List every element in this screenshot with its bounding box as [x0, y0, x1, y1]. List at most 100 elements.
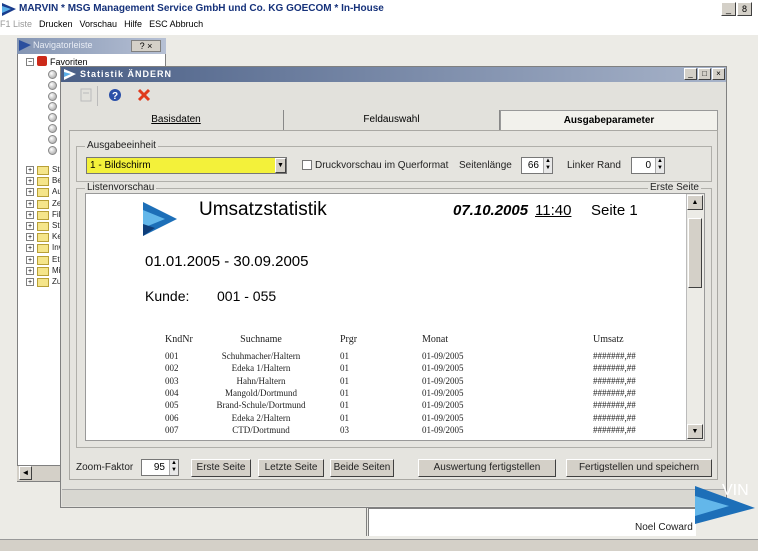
table-cell: #######,## — [593, 375, 636, 386]
table-cell: 007 — [165, 424, 179, 435]
fertigstellen-speichern-button[interactable]: Fertigstellen und speichern — [566, 459, 712, 477]
menu-item-esc-abbruch[interactable]: ESC Abbruch — [149, 19, 203, 29]
tree-expand-icon[interactable]: + — [26, 210, 34, 219]
table-cell: 002 — [165, 363, 179, 374]
help-icon[interactable]: ? — [104, 85, 126, 105]
tree-expand-icon[interactable]: + — [26, 166, 34, 174]
save-icon[interactable] — [75, 85, 97, 105]
tree-item-icon[interactable] — [48, 134, 57, 144]
folder-icon — [37, 222, 49, 231]
dialog-close-button[interactable]: × — [712, 68, 725, 80]
preview-page-label: Erste Seite — [648, 182, 701, 193]
scroll-thumb[interactable] — [688, 218, 702, 288]
toolbar-separator — [97, 86, 98, 106]
table-cell: 01 — [340, 375, 349, 386]
tree-expand-icon[interactable]: + — [26, 222, 34, 230]
scroll-left-button[interactable]: ◄ — [19, 466, 32, 480]
linker-rand-label: Linker Rand — [567, 160, 621, 171]
app-title: MARVIN * MSG Management Service GmbH und… — [19, 3, 384, 14]
chevron-down-icon[interactable]: ▼ — [275, 158, 286, 173]
menu-item-vorschau[interactable]: Vorschau — [80, 19, 118, 29]
table-cell: #######,## — [593, 351, 636, 361]
listenvorschau-label: Listenvorschau — [85, 182, 157, 193]
auswertung-fertigstellen-button[interactable]: Auswertung fertigstellen — [418, 459, 556, 477]
folder-icon — [37, 233, 49, 243]
zoom-spin-icon[interactable]: ▲ ▼ — [169, 460, 178, 475]
tree-collapse-icon[interactable]: − — [26, 58, 34, 66]
navigator-help-close-button[interactable]: ? × — [131, 40, 161, 52]
restore-button[interactable]: 8 — [737, 2, 752, 16]
favorites-icon — [37, 56, 47, 66]
navigator-logo-icon — [19, 40, 31, 51]
tab-basisdaten[interactable]: Basisdaten — [69, 110, 284, 130]
dialog-maximize-button[interactable]: □ — [698, 68, 711, 80]
linker-rand-spin-icon[interactable]: ▲ ▼ — [655, 158, 664, 173]
menu-item-drucken[interactable]: Drucken — [39, 19, 73, 29]
menu-bar: F1 Liste Drucken Vorschau Hilfe ESC Abbruch — [0, 19, 758, 35]
column-header: Monat — [422, 334, 449, 345]
table-cell: 03 — [340, 424, 349, 435]
folder-icon — [37, 188, 49, 198]
column-header: Suchname — [240, 334, 282, 345]
tree-item-icon[interactable] — [48, 124, 57, 133]
app-statusbar — [0, 539, 758, 551]
table-cell: Mangold/Dortmund — [225, 387, 297, 398]
querformat-checkbox[interactable] — [302, 160, 312, 170]
tree-item-icon[interactable] — [48, 91, 57, 101]
tree-expand-icon[interactable]: + — [26, 199, 34, 208]
tree-expand-icon[interactable]: + — [26, 233, 34, 242]
tree-expand-icon[interactable]: + — [26, 266, 34, 275]
scroll-up-button[interactable]: ▲ — [687, 195, 703, 210]
menu-item-hilfe[interactable]: Hilfe — [124, 19, 142, 29]
dialog-window-buttons: _ □ × — [683, 68, 725, 81]
dialog-title: Statistik ÄNDERN — [80, 69, 173, 79]
table-cell: 004 — [165, 387, 179, 398]
table-cell: #######,## — [593, 424, 636, 435]
tree-expand-icon[interactable]: + — [26, 177, 34, 186]
erste-seite-button[interactable]: Erste Seite — [191, 459, 251, 477]
seitenlaenge-label: Seitenlänge — [459, 160, 512, 171]
navigator-title: Navigatorleiste — [33, 40, 93, 50]
table-cell: 01-09/2005 — [422, 387, 464, 398]
folder-icon — [37, 266, 49, 276]
folder-icon — [37, 255, 49, 265]
tree-expand-icon[interactable]: + — [26, 244, 34, 253]
ausgabeeinheit-select[interactable]: 1 - Bildschirm — [86, 157, 287, 174]
table-cell: Brand-Schule/Dortmund — [216, 400, 306, 411]
tree-item-icon[interactable] — [48, 145, 57, 155]
cancel-icon[interactable] — [133, 85, 155, 105]
tree-expand-icon[interactable]: + — [26, 255, 34, 264]
app-titlebar: MARVIN * MSG Management Service GmbH und… — [0, 0, 758, 20]
tab-feldauswahl[interactable]: Feldauswahl — [284, 110, 500, 130]
report-time: 11:40 — [535, 202, 572, 219]
minimize-button[interactable]: _ — [721, 2, 736, 16]
scroll-down-button[interactable]: ▼ — [687, 424, 703, 439]
folder-icon — [37, 166, 49, 175]
column-header: KndNr — [165, 334, 193, 345]
report-title: Umsatzstatistik — [199, 199, 327, 220]
table-cell: 01-09/2005 — [422, 424, 464, 435]
tree-item-label[interactable]: St — [52, 221, 60, 230]
table-cell: 006 — [165, 412, 179, 423]
table-cell: 01 — [340, 387, 349, 398]
table-cell: 01-09/2005 — [422, 363, 464, 374]
tree-item-icon[interactable] — [48, 80, 57, 90]
table-cell: 01-09/2005 — [422, 400, 464, 411]
tab-ausgabeparameter[interactable]: Ausgabeparameter — [500, 110, 718, 130]
beide-seiten-button[interactable]: Beide Seiten — [330, 459, 394, 477]
tree-expand-icon[interactable]: + — [26, 188, 34, 197]
dialog-minimize-button[interactable]: _ — [684, 68, 697, 80]
tree-item-label[interactable]: St — [52, 165, 60, 174]
seitenlaenge-spin-icon[interactable]: ▲ ▼ — [543, 158, 552, 173]
tree-expand-icon[interactable]: + — [26, 278, 34, 286]
zoom-label: Zoom-Faktor — [76, 462, 134, 473]
ausgabeeinheit-label: Ausgabeeinheit — [85, 140, 158, 151]
tree-item-icon[interactable] — [48, 70, 57, 79]
letzte-seite-button[interactable]: Letzte Seite — [258, 459, 324, 477]
report-date-range: 01.01.2005 - 30.09.2005 — [145, 253, 309, 270]
footer-logo-text: VIN — [722, 482, 749, 499]
report-date: 07.10.2005 — [453, 202, 529, 219]
table-cell: 01-09/2005 — [422, 412, 464, 423]
column-header: Umsatz — [593, 334, 624, 345]
footer-left-panel — [17, 508, 367, 536]
